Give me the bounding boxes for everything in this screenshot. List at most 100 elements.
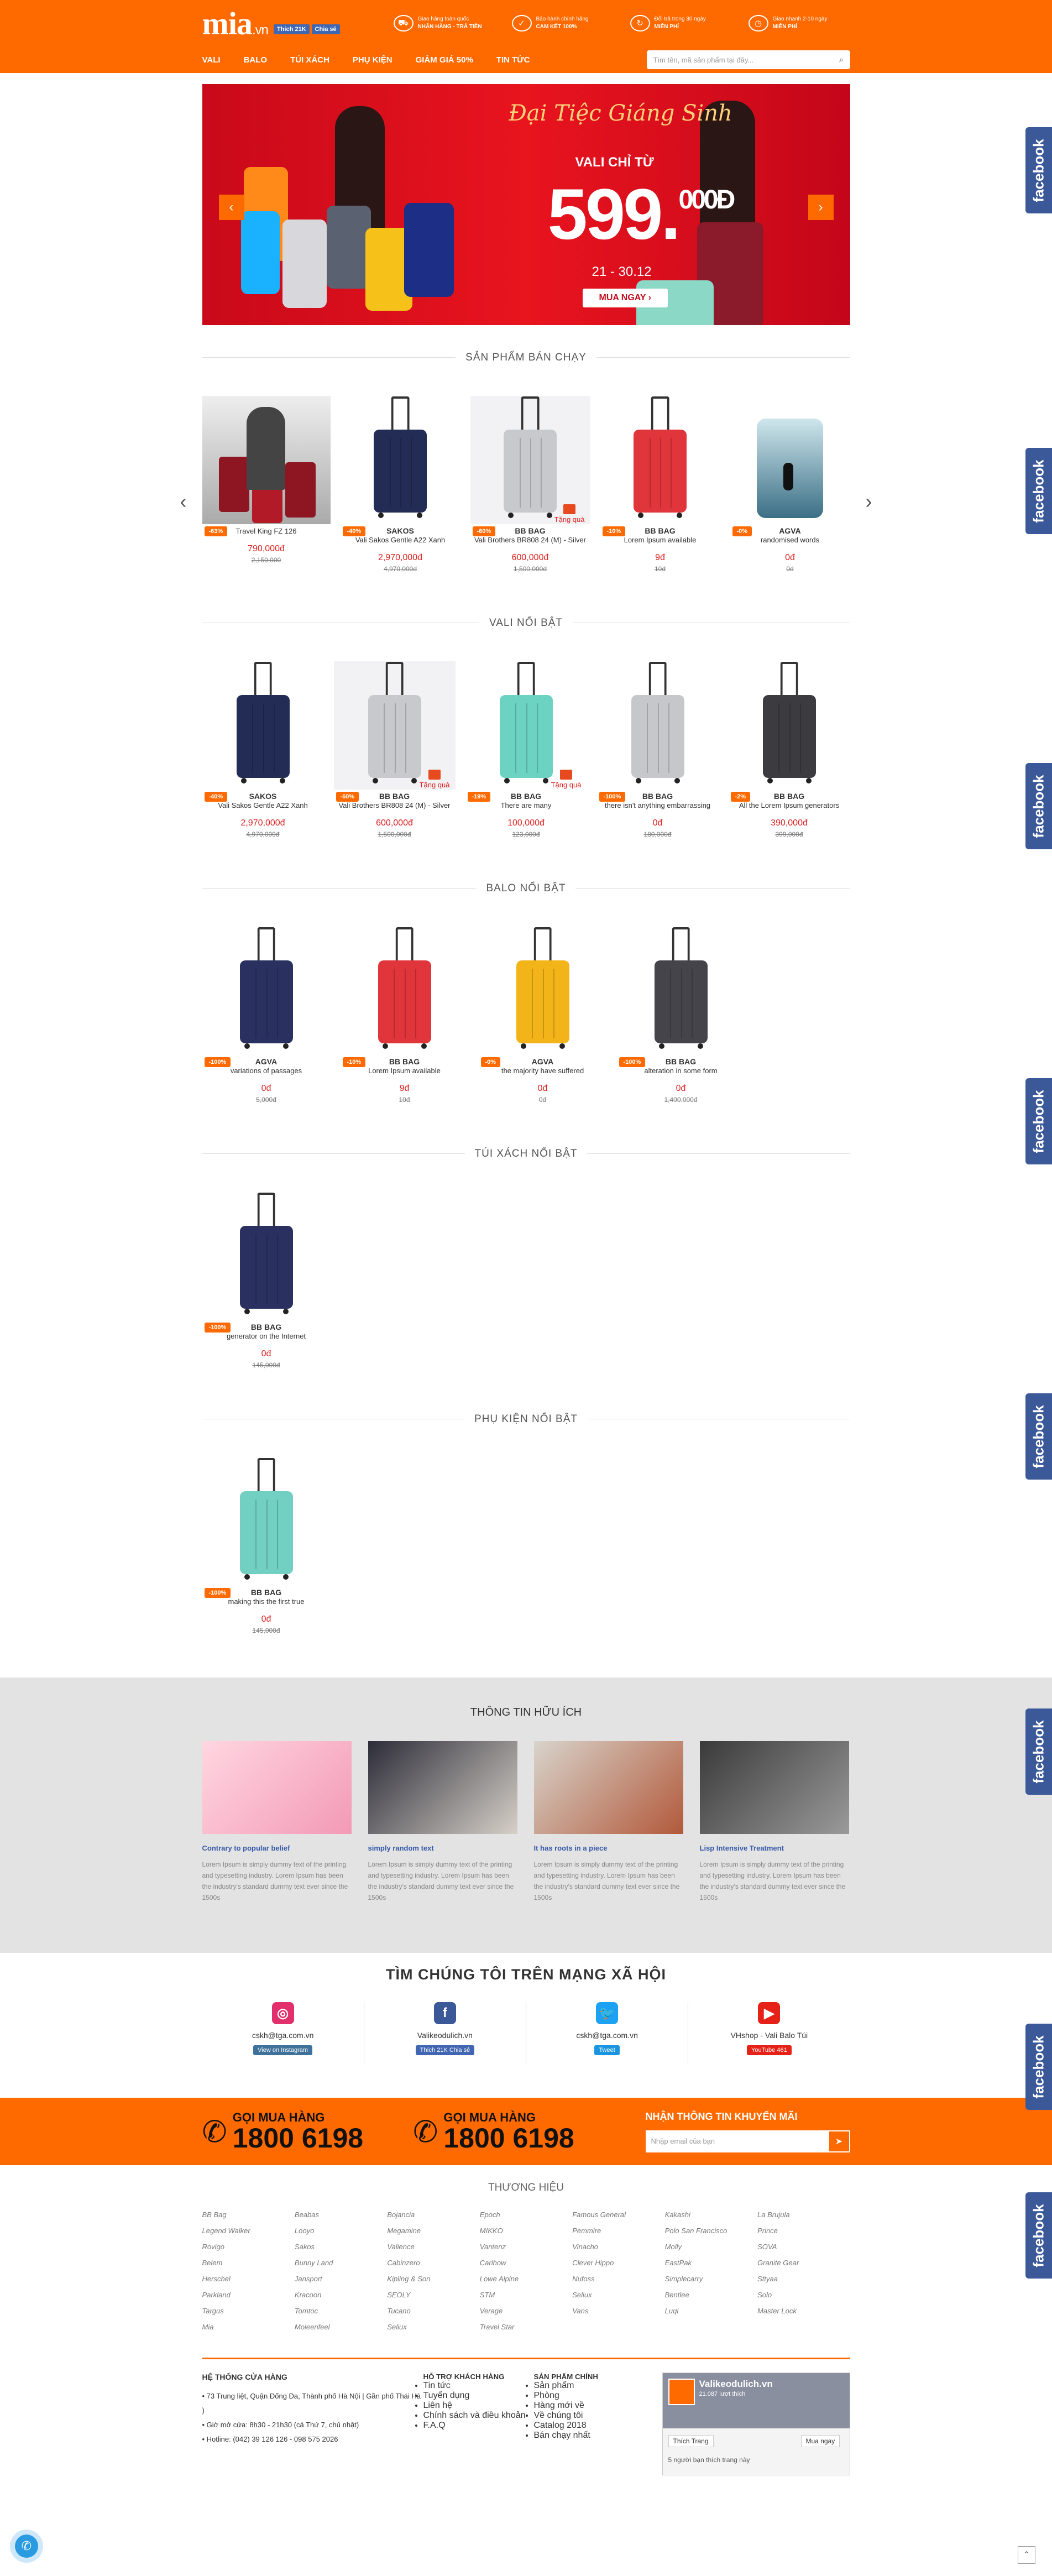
product-image[interactable] (368, 662, 421, 783)
product-card[interactable]: -40% SAKOS Vali Sakos Gentle A22 Xanh 2,970… (341, 396, 460, 573)
support-link[interactable]: Tin tức (423, 2381, 534, 2391)
send-icon[interactable]: ➤ (828, 2130, 850, 2152)
brand-link[interactable]: Kipling & Son (387, 2275, 479, 2283)
product-image[interactable] (499, 662, 553, 783)
product-name[interactable]: Vali Sakos Gentle A22 Xanh (202, 801, 324, 811)
brand-link[interactable]: EastPak (665, 2259, 757, 2267)
social-handle[interactable]: Valikeodulich.vn (417, 2031, 473, 2040)
brand-link[interactable]: Tucano (387, 2307, 479, 2315)
brand-link[interactable]: Seliux (572, 2291, 664, 2299)
support-link[interactable]: Tuyển dụng (423, 2391, 534, 2401)
brand-link[interactable]: Verage (480, 2307, 572, 2315)
product-image[interactable] (378, 927, 431, 1049)
brand-link[interactable]: Solo (757, 2291, 850, 2299)
fb-share-button[interactable]: Chia sẻ (311, 24, 340, 34)
product-image[interactable] (202, 396, 331, 524)
product-card[interactable]: Tặng quà -19% BB BAG There are many 100,000đ… (465, 661, 587, 838)
product-name[interactable]: There are many (465, 801, 587, 811)
product-card[interactable]: -10% BB BAG Lorem Ipsum available 9đ 10đ (341, 927, 469, 1104)
facebook-icon[interactable]: f (433, 2002, 456, 2024)
back-to-top-button[interactable]: ⌃ (1018, 2546, 1035, 2564)
brand-link[interactable]: BB Bag (202, 2211, 295, 2219)
product-card[interactable]: -63% Travel King FZ 126 790,000đ 2,150,000 (202, 396, 331, 573)
support-link[interactable]: F.A.Q (423, 2421, 534, 2431)
product-link[interactable]: Catalog 2018 (534, 2421, 645, 2431)
article-card[interactable]: It has roots in a piece Lorem Ipsum is si… (533, 1741, 683, 1903)
brand-link[interactable]: Carlhow (480, 2259, 572, 2267)
brand-link[interactable]: Nufoss (572, 2275, 664, 2283)
product-name[interactable]: variations of passages (202, 1066, 331, 1076)
facebook-side-tab[interactable]: facebook (1025, 448, 1052, 534)
article-card[interactable]: simply random text Lorem Ipsum is simply … (368, 1741, 517, 1903)
article-image[interactable] (533, 1741, 683, 1834)
product-image[interactable] (634, 396, 687, 518)
article-card[interactable]: Contrary to popular belief Lorem Ipsum is… (202, 1741, 352, 1903)
brand-link[interactable]: Mia (202, 2323, 295, 2331)
product-image[interactable] (631, 662, 684, 783)
brand-link[interactable]: La Brujula (757, 2211, 850, 2219)
product-image[interactable] (762, 662, 816, 783)
brand-link[interactable]: Valience (387, 2243, 479, 2251)
product-name[interactable]: randomised words (730, 535, 850, 545)
fb-page-widget[interactable]: Valikeodulich.vn 21.087 lượt thích Thích… (662, 2373, 850, 2475)
product-name[interactable]: there isn't anything embarrassing (597, 801, 719, 811)
brand-link[interactable]: Famous General (572, 2211, 664, 2219)
product-image[interactable] (239, 1193, 293, 1314)
support-link[interactable]: Liên hệ (423, 2401, 534, 2411)
brand-link[interactable]: Megamine (387, 2227, 479, 2235)
product-card[interactable]: -0% AGVA the majority have suffered 0đ 0đ (479, 927, 607, 1104)
brand-link[interactable]: Cabinzero (387, 2259, 479, 2267)
product-name[interactable]: Vali Brothers BR808 24 (M) - Silver (334, 801, 456, 811)
product-card[interactable]: -2% BB BAG All the Lorem Ipsum generators 3… (729, 661, 850, 838)
brand-link[interactable]: SOVA (757, 2243, 850, 2251)
instagram-icon[interactable]: ◎ (271, 2002, 294, 2024)
fb-like-page-button[interactable]: Thích Trang (668, 2435, 714, 2447)
product-name[interactable]: Lorem Ipsum available (600, 535, 720, 545)
nav-item[interactable]: TÚI XÁCH (290, 55, 329, 65)
brand-link[interactable]: Rovigo (202, 2243, 295, 2251)
facebook-side-tab[interactable]: facebook (1025, 1078, 1052, 1164)
brand-link[interactable]: Molly (665, 2243, 757, 2251)
brand-link[interactable]: Bunny Land (295, 2259, 387, 2267)
social-button[interactable]: YouTube 461 (747, 2045, 792, 2055)
product-card[interactable]: -100% BB BAG alteration in some form 0đ 1,40… (617, 927, 745, 1104)
brand-link[interactable]: Targus (202, 2307, 295, 2315)
product-image[interactable] (516, 927, 569, 1049)
product-name[interactable]: All the Lorem Ipsum generators (729, 801, 850, 811)
product-name[interactable]: alteration in some form (617, 1066, 745, 1076)
buy-now-button[interactable]: MUA NGAY › (582, 289, 668, 307)
search-icon[interactable]: ⌕ (839, 55, 843, 64)
facebook-side-tab[interactable]: facebook (1025, 1708, 1052, 1795)
article-image[interactable] (699, 1741, 849, 1834)
product-link[interactable]: Phòng (534, 2391, 645, 2401)
facebook-side-tab[interactable]: facebook (1025, 2024, 1052, 2110)
brand-link[interactable]: Moleenfeel (295, 2323, 387, 2331)
product-link[interactable]: Về chúng tôi (534, 2411, 645, 2421)
article-title[interactable]: It has roots in a piece (534, 1844, 683, 1852)
article-title[interactable]: Lisp Intensive Treatment (700, 1844, 849, 1852)
social-handle[interactable]: cskh@tga.com.vn (576, 2031, 637, 2040)
product-card[interactable]: -40% SAKOS Vali Sakos Gentle A22 Xanh 2,970… (202, 661, 324, 838)
product-name[interactable]: making this the first true (202, 1597, 331, 1607)
product-card[interactable]: Tặng quà -60% BB BAG Vali Brothers BR808 24… (333, 661, 456, 838)
brand-link[interactable]: Lowe Alpine (480, 2275, 572, 2283)
product-name[interactable]: Vali Brothers BR808 24 (M) - Silver (470, 535, 590, 545)
brand-link[interactable]: Travel Star (480, 2323, 572, 2331)
brand-link[interactable]: Pemmire (572, 2227, 664, 2235)
slider-prev-arrow[interactable]: ‹ (180, 490, 187, 513)
brand-link[interactable]: Epoch (480, 2211, 572, 2219)
product-card[interactable]: -100% BB BAG generator on the Internet 0đ 14… (202, 1192, 331, 1369)
product-card[interactable]: -100% BB BAG making this the first true 0đ 1… (202, 1457, 331, 1634)
brand-link[interactable]: Kracoon (295, 2291, 387, 2299)
product-image[interactable] (239, 927, 293, 1049)
product-card[interactable]: -100% BB BAG there isn't anything embarras… (597, 661, 719, 838)
banner-next-arrow[interactable]: › (808, 195, 834, 220)
fb-like-button[interactable]: Thích 21K (273, 24, 310, 34)
social-button[interactable]: View on Instagram (253, 2045, 313, 2055)
social-handle[interactable]: VHshop - Vali Balo Túi (731, 2031, 808, 2040)
brand-link[interactable]: MIKKO (480, 2227, 572, 2235)
product-name[interactable]: the majority have suffered (479, 1066, 607, 1076)
product-image[interactable] (236, 662, 290, 783)
site-logo[interactable]: mia.vn (202, 5, 269, 42)
brand-link[interactable]: Belem (202, 2259, 295, 2267)
